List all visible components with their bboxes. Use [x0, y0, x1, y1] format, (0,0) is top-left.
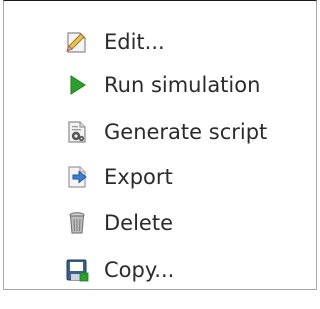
menu-item-label: Delete — [104, 211, 173, 235]
edit-icon — [64, 29, 90, 55]
menu-item-run-simulation[interactable]: Run simulation — [64, 66, 260, 104]
menu-item-delete[interactable]: Delete — [64, 204, 173, 242]
menu-item-label: Edit... — [104, 30, 165, 54]
menu-item-generate-script[interactable]: Generate script — [64, 113, 267, 151]
menu-item-export[interactable]: Export — [64, 158, 173, 196]
menu-item-edit[interactable]: Edit... — [64, 23, 165, 61]
export-icon — [64, 164, 90, 190]
copy-icon — [64, 257, 90, 283]
script-icon — [64, 119, 90, 145]
play-icon — [64, 72, 90, 98]
context-menu: Edit... Run simulation Generate script E… — [3, 0, 317, 290]
menu-item-copy[interactable]: Copy... — [64, 251, 174, 289]
trash-icon — [64, 210, 90, 236]
menu-item-label: Copy... — [104, 258, 175, 282]
menu-item-label: Run simulation — [104, 73, 261, 97]
menu-item-label: Generate script — [104, 120, 268, 144]
menu-item-label: Export — [104, 165, 173, 189]
